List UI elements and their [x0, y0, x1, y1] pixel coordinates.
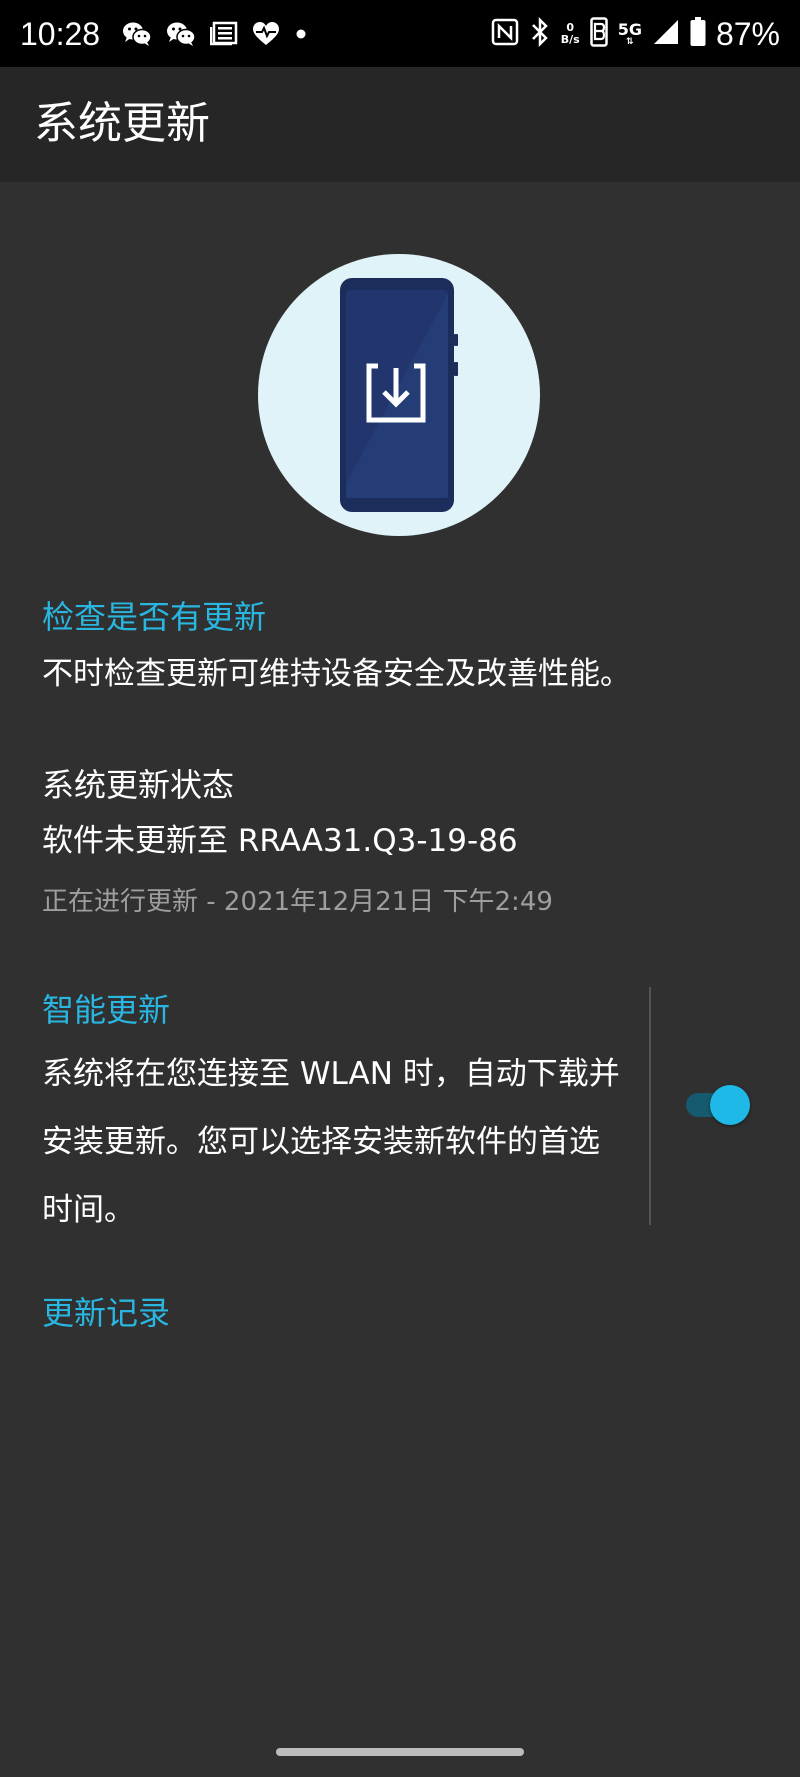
- wechat-icon: [166, 21, 196, 51]
- toggle-thumb: [710, 1085, 750, 1125]
- update-status-version: 软件未更新至 RRAA31.Q3-19-86: [42, 823, 518, 859]
- news-icon: [209, 21, 238, 51]
- smart-update-toggle[interactable]: [686, 1085, 752, 1125]
- net-speed-unit: B/s: [560, 33, 580, 46]
- status-time: 10:28: [20, 16, 101, 52]
- update-status-title: 系统更新状态: [42, 766, 235, 804]
- update-history-link[interactable]: 更新记录: [42, 1293, 170, 1333]
- nfc-icon: [491, 18, 519, 50]
- dot-icon: [294, 21, 308, 51]
- notification-icons: [122, 20, 308, 52]
- app-bar: 系统更新: [0, 67, 800, 182]
- check-update-description: 不时检查更新可维持设备安全及改善性能。: [42, 656, 631, 692]
- gesture-nav-handle[interactable]: [276, 1748, 524, 1756]
- network-type: 5G: [617, 19, 642, 39]
- data-arrows-icon: ⇅: [626, 36, 634, 47]
- net-speed: 0 B/s: [561, 22, 580, 46]
- status-bar: 10:28 0 B/s 5G ⇅ 87%: [0, 0, 800, 67]
- bluetooth-icon: [529, 16, 551, 51]
- system-status-icons: 0 B/s 5G ⇅ 87%: [491, 16, 780, 52]
- battery-icon: [690, 17, 706, 51]
- wechat-icon: [122, 21, 152, 51]
- heart-pulse-icon: [252, 21, 280, 51]
- smart-update-title: 智能更新: [42, 991, 171, 1029]
- divider: [649, 987, 651, 1225]
- 5g-icon: 5G ⇅: [617, 19, 642, 47]
- update-status-progress: 正在进行更新 - 2021年12月21日 下午2:49: [42, 887, 553, 917]
- check-update-title[interactable]: 检查是否有更新: [42, 597, 266, 637]
- system-update-illustration: [258, 254, 540, 536]
- signal-icon: [652, 18, 680, 50]
- volte-icon: [589, 17, 608, 51]
- smart-update-description: 系统将在您连接至 WLAN 时，自动下载并安装更新。您可以选择安装新软件的首选时…: [42, 1056, 620, 1228]
- page-title: 系统更新: [34, 98, 210, 149]
- battery-percentage: 87%: [715, 16, 780, 52]
